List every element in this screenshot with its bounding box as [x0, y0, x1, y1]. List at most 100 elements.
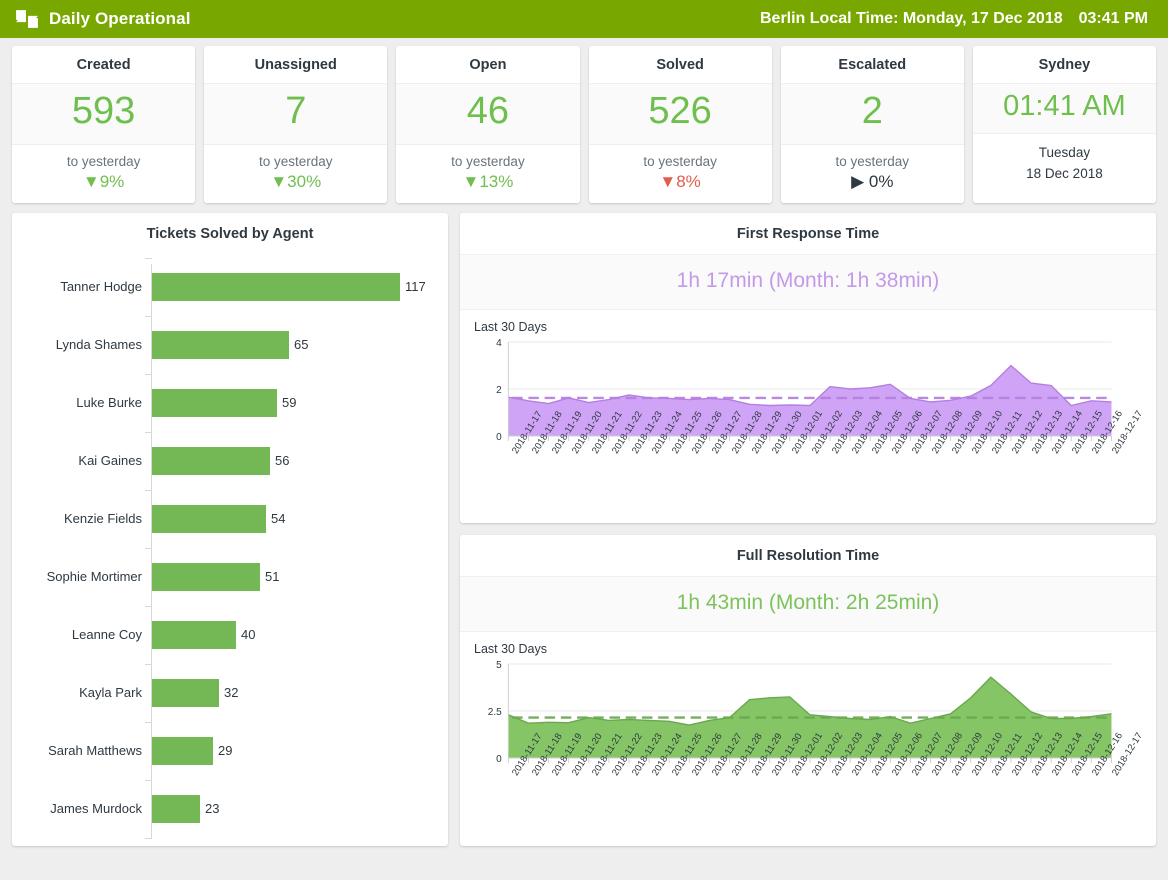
bar-value-label: 56	[275, 453, 289, 468]
kpi-title: Escalated	[781, 46, 964, 84]
kpi-value-box: 2	[781, 84, 964, 145]
kpi-title: Solved	[589, 46, 772, 84]
local-time-label: Berlin Local Time: Monday, 17 Dec 2018	[760, 10, 1063, 28]
kpi-value-box: 01:41 AM	[973, 84, 1156, 134]
kpi-delta-value: 30%	[287, 172, 321, 191]
bar-category-label: Leanne Coy	[12, 627, 151, 642]
bar-category-label: Tanner Hodge	[12, 279, 151, 294]
kpi-title: Sydney	[973, 46, 1156, 84]
agent-panel-column: Tickets Solved by Agent Tanner Hodge 117 L…	[12, 213, 448, 846]
bar-fill	[151, 273, 400, 301]
bar-track: 40	[151, 606, 448, 664]
kpi-value-box: 526	[589, 84, 772, 145]
svg-text:2: 2	[496, 385, 502, 396]
svg-text:4: 4	[496, 338, 502, 349]
bar-value-label: 59	[282, 395, 296, 410]
svg-text:5: 5	[496, 660, 502, 671]
kpi-value: 46	[400, 90, 575, 134]
panel-title: Tickets Solved by Agent	[12, 213, 448, 254]
bar-track: 29	[151, 722, 448, 780]
bar-fill	[151, 679, 219, 707]
agent-bar-chart: Tanner Hodge 117 Lynda Shames65 Luke Burke 5…	[12, 254, 448, 846]
bar-row[interactable]: Lynda Shames65	[12, 316, 448, 374]
bar-row[interactable]: Leanne Coy 40	[12, 606, 448, 664]
panel-title: Full Resolution Time	[460, 535, 1156, 576]
bar-category-label: Kayla Park	[12, 685, 151, 700]
bar-value-label: 51	[265, 569, 279, 584]
kpi-title: Unassigned	[204, 46, 387, 84]
trend-down-icon: ▼	[83, 172, 100, 191]
bar-value-label: 117	[405, 279, 426, 294]
kpi-value-box: 46	[396, 84, 579, 145]
sydney-weekday: Tuesday	[977, 143, 1152, 164]
kpi-compare-label: to yesterday	[400, 154, 575, 169]
chart-range-label: Last 30 Days	[474, 642, 1142, 656]
kpi-card-escalated[interactable]: Escalated 2 to yesterday ▶ 0%	[781, 46, 964, 203]
axis-tick	[145, 490, 152, 491]
kpi-value: 01:41 AM	[977, 90, 1152, 123]
dashboard-body: Tickets Solved by Agent Tanner Hodge 117 L…	[0, 203, 1168, 858]
axis-tick	[145, 374, 152, 375]
bar-row[interactable]: Kai Gaines 56	[12, 432, 448, 490]
chart-axis-line	[151, 264, 152, 838]
bar-fill	[151, 737, 213, 765]
kpi-footer: to yesterday ▼8%	[589, 145, 772, 203]
bar-row[interactable]: Sarah Matthews29	[12, 722, 448, 780]
axis-tick	[145, 838, 152, 839]
local-time-clock: 03:41 PM	[1079, 10, 1148, 28]
kpi-card-unassigned[interactable]: Unassigned 7 to yesterday ▼30%	[204, 46, 387, 203]
kpi-delta: ▶ 0%	[785, 172, 960, 192]
time-metrics-column: First Response Time 1h 17min (Month: 1h …	[460, 213, 1156, 846]
kpi-delta-value: 9%	[100, 172, 125, 191]
trend-down-icon: ▼	[463, 172, 480, 191]
bar-row[interactable]: Luke Burke 59	[12, 374, 448, 432]
zendesk-logo-icon	[14, 6, 40, 32]
kpi-value-box: 7	[204, 84, 387, 145]
bar-row[interactable]: Sophie Mortimer51	[12, 548, 448, 606]
kpi-delta: ▼30%	[208, 172, 383, 192]
kpi-footer: to yesterday ▼13%	[396, 145, 579, 203]
bar-row[interactable]: Tanner Hodge 117	[12, 258, 448, 316]
kpi-value: 593	[16, 90, 191, 134]
kpi-card-open[interactable]: Open 46 to yesterday ▼13%	[396, 46, 579, 203]
full-resolution-chart: Last 30 Days 02.55 2018-11-172018-11-182…	[460, 632, 1156, 846]
trend-down-icon: ▼	[270, 172, 287, 191]
bar-category-label: Luke Burke	[12, 395, 151, 410]
bar-category-label: Kai Gaines	[12, 453, 151, 468]
trend-flat-icon: ▶	[851, 172, 864, 191]
bar-fill	[151, 563, 260, 591]
kpi-compare-label: to yesterday	[593, 154, 768, 169]
kpi-card-created[interactable]: Created 593 to yesterday ▼9%	[12, 46, 195, 203]
bar-value-label: 32	[224, 685, 238, 700]
kpi-card-sydney-clock[interactable]: Sydney 01:41 AM Tuesday 18 Dec 2018	[973, 46, 1156, 203]
bar-value-label: 40	[241, 627, 255, 642]
bar-track: 59	[151, 374, 448, 432]
bar-fill	[151, 331, 289, 359]
app-header: Daily Operational Berlin Local Time: Mon…	[0, 0, 1168, 38]
full-resolution-x-axis: 2018-11-172018-11-182018-11-192018-11-20…	[510, 770, 1110, 844]
bar-row-list: Tanner Hodge 117 Lynda Shames65 Luke Burke 5…	[12, 258, 448, 838]
axis-tick	[145, 432, 152, 433]
bar-track: 56	[151, 432, 448, 490]
kpi-value: 7	[208, 90, 383, 134]
bar-row[interactable]: James Murdock23	[12, 780, 448, 838]
kpi-card-solved[interactable]: Solved 526 to yesterday ▼8%	[589, 46, 772, 203]
bar-category-label: Sarah Matthews	[12, 743, 151, 758]
axis-tick	[145, 548, 152, 549]
kpi-compare-label: to yesterday	[785, 154, 960, 169]
kpi-delta: ▼8%	[593, 172, 768, 192]
axis-tick	[145, 316, 152, 317]
axis-tick	[145, 722, 152, 723]
bar-fill	[151, 389, 277, 417]
full-resolution-time-panel: Full Resolution Time 1h 43min (Month: 2h…	[460, 535, 1156, 846]
page-title: Daily Operational	[49, 9, 191, 29]
bar-row[interactable]: Kenzie Fields54	[12, 490, 448, 548]
trend-down-icon: ▼	[659, 172, 676, 191]
kpi-footer: to yesterday ▶ 0%	[781, 145, 964, 203]
chart-range-label: Last 30 Days	[474, 320, 1142, 334]
kpi-delta-value: 8%	[676, 172, 701, 191]
bar-row[interactable]: Kayla Park 32	[12, 664, 448, 722]
first-response-x-axis: 2018-11-172018-11-182018-11-192018-11-20…	[510, 448, 1110, 522]
bar-fill	[151, 795, 200, 823]
kpi-value: 2	[785, 90, 960, 134]
